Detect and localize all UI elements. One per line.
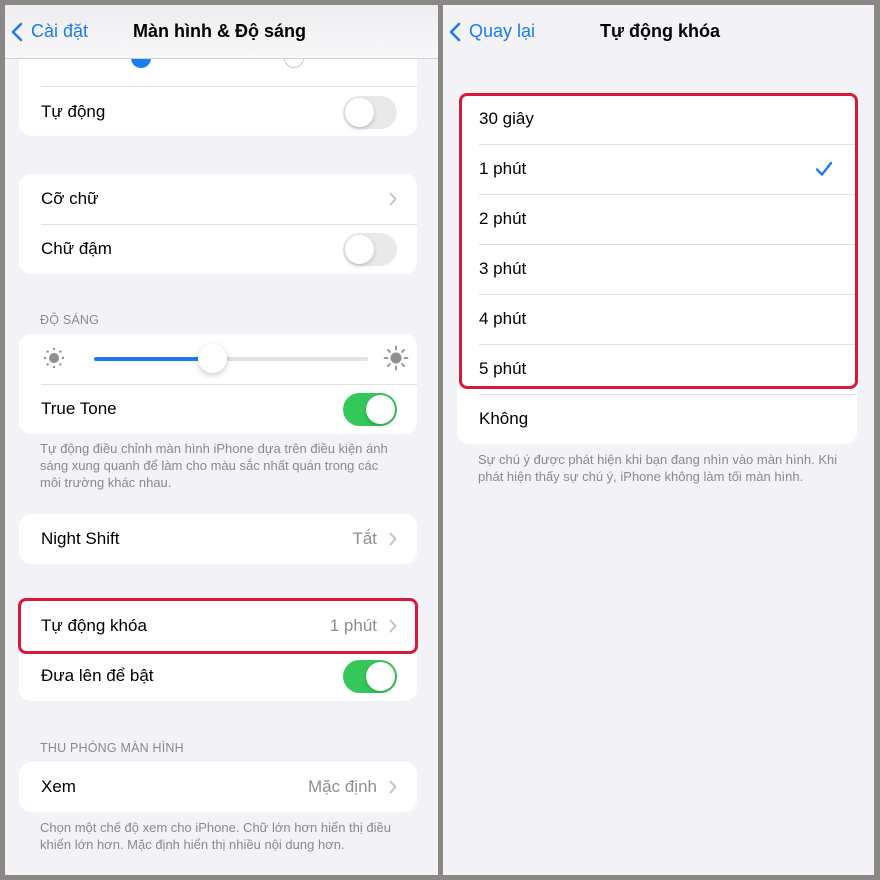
back-label: Quay lại: [469, 21, 536, 41]
auto-lock-row[interactable]: Tự động khóa 1 phút: [19, 601, 417, 651]
option-row[interactable]: 4 phút: [457, 294, 857, 344]
view-label: Xem: [41, 777, 76, 796]
display-brightness-screen: Tự động Cài đặt Màn hình & Độ sáng Cỡ ch…: [5, 5, 438, 875]
auto-lock-value: 1 phút: [329, 616, 377, 635]
option-label: 4 phút: [479, 309, 527, 328]
night-shift-value: Tắt: [352, 529, 377, 548]
auto-lock-screen: Quay lại Tự động khóa 30 giây 1 phút 2 p…: [443, 5, 874, 875]
display-zoom-section-header: THU PHÓNG MÀN HÌNH: [40, 741, 184, 755]
chevron-right-icon: [389, 192, 397, 206]
nav-bar: Quay lại Tự động khóa: [443, 5, 874, 58]
option-row[interactable]: 2 phút: [457, 194, 857, 244]
true-tone-footer: Tự động điều chỉnh màn hình iPhone dựa t…: [40, 441, 388, 490]
chevron-right-icon: [389, 619, 397, 633]
raise-to-wake-row: Đưa lên để bật: [19, 651, 417, 701]
option-row-selected[interactable]: 1 phút: [457, 144, 857, 194]
lock-group: Tự động khóa 1 phút Đưa lên để bật: [19, 601, 417, 701]
back-button[interactable]: Quay lại: [449, 5, 535, 58]
option-row[interactable]: 30 giây: [457, 94, 857, 144]
attention-footer: Sự chú ý được phát hiện khi bạn đang nhì…: [478, 452, 838, 484]
bold-text-row: Chữ đậm: [19, 224, 417, 274]
page-title: Màn hình & Độ sáng: [133, 21, 306, 41]
option-label: 30 giây: [479, 109, 534, 128]
true-tone-label: True Tone: [41, 399, 117, 418]
back-label: Cài đặt: [31, 21, 89, 41]
brightness-slider-row: [19, 334, 417, 384]
display-zoom-group: Xem Mặc định: [19, 762, 417, 812]
brightness-slider[interactable]: [94, 344, 368, 373]
raise-to-wake-label: Đưa lên để bật: [41, 666, 154, 685]
option-label: 5 phút: [479, 359, 527, 378]
night-shift-row[interactable]: Night Shift Tắt: [19, 514, 417, 564]
bold-text-toggle[interactable]: [343, 232, 397, 266]
auto-appearance-label: Tự động: [41, 102, 106, 121]
brightness-slider-fill: [94, 357, 212, 361]
option-label: 2 phút: [479, 209, 527, 228]
true-tone-row: True Tone: [19, 384, 417, 434]
option-row[interactable]: 5 phút: [457, 344, 857, 394]
option-label: Không: [479, 409, 529, 428]
option-label: 3 phút: [479, 259, 527, 278]
auto-appearance-row: Tự động: [19, 87, 417, 136]
brightness-group: True Tone: [19, 334, 417, 434]
view-value: Mặc định: [308, 777, 377, 796]
view-row[interactable]: Xem Mặc định: [19, 762, 417, 812]
nav-bar: Cài đặt Màn hình & Độ sáng: [5, 5, 438, 59]
back-button[interactable]: Cài đặt: [11, 5, 88, 58]
text-group: Cỡ chữ Chữ đậm: [19, 174, 417, 274]
display-zoom-footer: Chọn một chế độ xem cho iPhone. Chữ lớn …: [40, 820, 391, 852]
auto-lock-label: Tự động khóa: [41, 616, 147, 635]
chevron-right-icon: [389, 532, 397, 546]
brightness-section-header: ĐỘ SÁNG: [40, 313, 100, 327]
chevron-left-icon: [11, 22, 23, 41]
sun-small-icon: [43, 347, 65, 369]
text-size-label: Cỡ chữ: [41, 189, 99, 208]
option-label: 1 phút: [479, 159, 527, 178]
night-shift-label: Night Shift: [41, 529, 120, 548]
auto-lock-options-list: 30 giây 1 phút 2 phút 3 phút 4 phút 5 ph…: [457, 94, 857, 444]
text-size-row[interactable]: Cỡ chữ: [19, 174, 417, 224]
chevron-left-icon: [449, 22, 461, 41]
true-tone-toggle[interactable]: [343, 392, 397, 426]
sun-large-icon: [383, 345, 409, 371]
checkmark-icon: [815, 161, 833, 176]
option-row[interactable]: Không: [457, 394, 857, 444]
auto-appearance-toggle[interactable]: [343, 95, 397, 129]
raise-to-wake-toggle[interactable]: [343, 659, 397, 693]
brightness-slider-thumb[interactable]: [197, 344, 227, 373]
page-title: Tự động khóa: [600, 21, 721, 41]
chevron-right-icon: [389, 780, 397, 794]
option-row[interactable]: 3 phút: [457, 244, 857, 294]
night-shift-group: Night Shift Tắt: [19, 514, 417, 564]
bold-text-label: Chữ đậm: [41, 239, 112, 258]
